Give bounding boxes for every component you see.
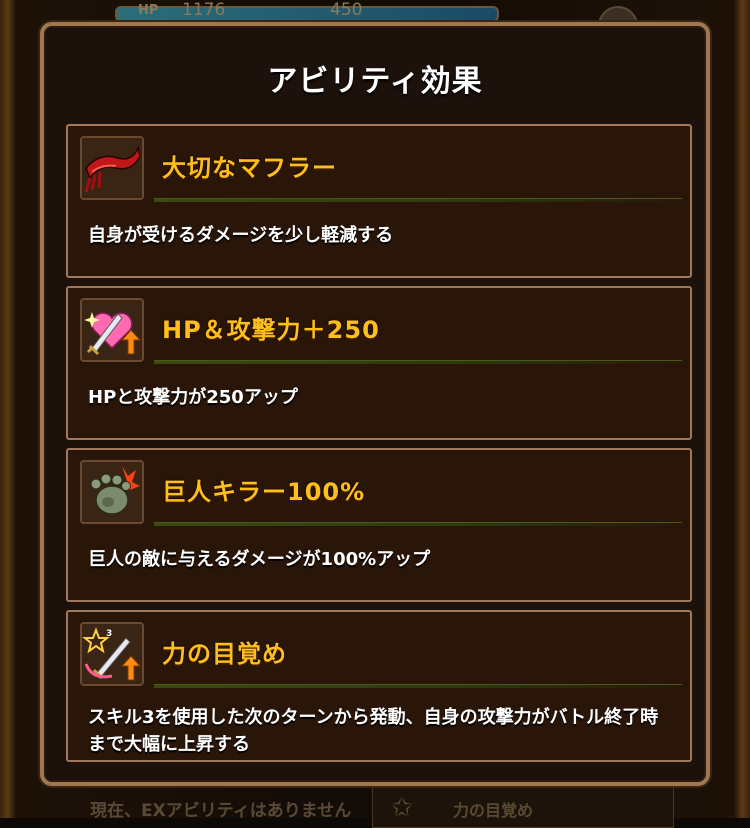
card-divider	[154, 198, 682, 202]
card-divider	[154, 522, 682, 526]
star-sword-icon: ✩	[391, 793, 413, 823]
card-divider	[154, 360, 682, 364]
ability-card: HP＆攻撃力＋250 HPと攻撃力が250アップ	[66, 286, 692, 440]
icon-badge-number: 3	[106, 629, 112, 639]
ability-name: 力の目覚め	[162, 640, 287, 668]
hp-bar	[115, 6, 499, 22]
ability-card: 3 力の目覚め スキル3を使用した次のターンから発動、自身の攻撃力がバトル終了時…	[66, 610, 692, 762]
ability-description: HPと攻撃力が250アップ	[88, 387, 298, 408]
heart-sword-up-icon	[80, 298, 144, 362]
ex-ability-status-text: 現在、EXアビリティはありません	[90, 801, 352, 821]
card-divider	[154, 684, 682, 688]
ability-effect-dialog[interactable]: アビリティ効果 大切なマフラー 自身が受けるダメージを少し軽減する HP＆攻撃力…	[40, 22, 710, 786]
ability-description: 自身が受けるダメージを少し軽減する	[88, 225, 394, 246]
ability-card: 大切なマフラー 自身が受けるダメージを少し軽減する	[66, 124, 692, 278]
hp-label: HP	[138, 3, 159, 18]
scarf-icon	[80, 136, 144, 200]
background-ability-slot: ✩ 力の目覚め	[372, 786, 674, 828]
ability-description: 巨人の敵に与えるダメージが100%アップ	[88, 549, 431, 570]
star-sword-up-icon: 3	[80, 622, 144, 686]
giant-foot-icon	[80, 460, 144, 524]
ability-name: 巨人キラー100%	[162, 478, 366, 506]
ability-name: HP＆攻撃力＋250	[162, 316, 380, 344]
ability-card: 巨人キラー100% 巨人の敵に与えるダメージが100%アップ	[66, 448, 692, 602]
background-ability-slot-label: 力の目覚め	[453, 801, 534, 820]
ability-description: スキル3を使用した次のターンから発動、自身の攻撃力がバトル終了時まで大幅に上昇す…	[88, 707, 659, 755]
ability-name: 大切なマフラー	[162, 154, 337, 182]
attack-value: 450	[330, 0, 363, 20]
hp-value: 1176	[182, 0, 226, 20]
dialog-title: アビリティ効果	[267, 64, 483, 99]
